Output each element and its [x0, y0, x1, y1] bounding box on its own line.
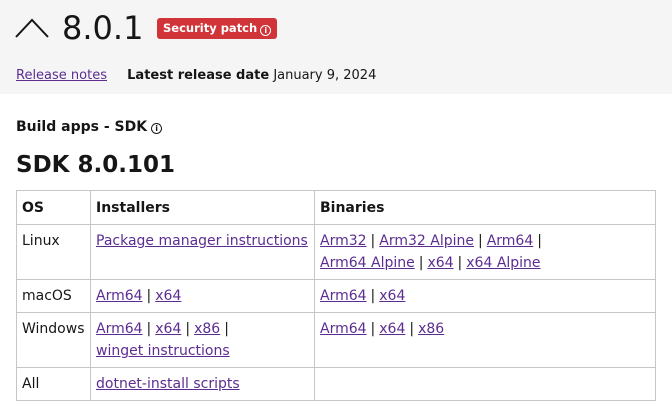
installer-link[interactable]: x64: [155, 321, 181, 337]
separator: |: [457, 255, 463, 271]
binary-link[interactable]: x86: [418, 321, 444, 337]
binaries-cell: Arm64 | x64 | x86: [314, 312, 656, 368]
section-label-text: Build apps - SDK: [16, 119, 148, 135]
installer-link[interactable]: x86: [194, 321, 220, 337]
installer-link[interactable]: winget instructions: [96, 343, 230, 359]
table-row-linux: Linux Package manager instructions Arm32…: [16, 224, 656, 280]
separator: |: [185, 321, 191, 337]
separator: |: [370, 321, 376, 337]
sdk-title: SDK 8.0.101: [16, 152, 175, 178]
installer-link[interactable]: dotnet-install scripts: [96, 376, 240, 392]
version-number: 8.0.1: [62, 9, 144, 47]
installers-cell: Package manager instructions: [90, 224, 315, 280]
os-cell: Windows: [16, 312, 91, 368]
badge-label: Security patch: [163, 21, 258, 35]
binary-link[interactable]: Arm64: [487, 233, 534, 249]
latest-release-label: Latest release date: [127, 68, 270, 83]
table-row-macos: macOS Arm64 | x64 Arm64 | x64: [16, 279, 656, 313]
binary-link[interactable]: Arm32: [320, 233, 367, 249]
separator: |: [537, 233, 542, 249]
latest-release-date: January 9, 2024: [273, 68, 377, 83]
binary-link[interactable]: Arm32 Alpine: [379, 233, 474, 249]
table-header-row: OS Installers Binaries: [16, 190, 656, 225]
info-icon: i: [260, 25, 272, 36]
installer-link[interactable]: x64: [155, 288, 181, 304]
chevron-up-icon[interactable]: [15, 18, 49, 38]
section-label: Build apps - SDK i: [16, 117, 163, 137]
separator: |: [418, 255, 424, 271]
header-installers: Installers: [90, 190, 315, 225]
os-cell: macOS: [16, 279, 91, 313]
security-patch-badge[interactable]: Security patch i: [157, 18, 278, 39]
table-row-windows: Windows Arm64 | x64 | x86 | winget instruction…: [16, 312, 656, 368]
separator: |: [477, 233, 483, 249]
binary-link[interactable]: Arm64 Alpine: [320, 255, 415, 271]
binaries-cell: Arm32 | Arm32 Alpine | Arm64 | Arm64 Alpine | x6…: [314, 224, 656, 280]
binaries-cell: [314, 367, 656, 401]
binary-link[interactable]: Arm64: [320, 321, 367, 337]
binary-link[interactable]: x64: [379, 321, 405, 337]
installer-link[interactable]: Arm64: [96, 321, 143, 337]
separator: |: [224, 321, 229, 337]
binaries-cell: Arm64 | x64: [314, 279, 656, 313]
downloads-table: OS Installers Binaries Linux Package man…: [16, 190, 656, 401]
binary-link[interactable]: x64 Alpine: [466, 255, 540, 271]
release-notes-link[interactable]: Release notes: [16, 68, 107, 83]
installer-link[interactable]: Package manager instructions: [96, 233, 308, 249]
separator: |: [370, 233, 376, 249]
installers-cell: Arm64 | x64 | x86 | winget instructions: [90, 312, 315, 368]
installers-cell: Arm64 | x64: [90, 279, 315, 313]
installer-link[interactable]: Arm64: [96, 288, 143, 304]
installers-cell: dotnet-install scripts: [90, 367, 315, 401]
separator: |: [409, 321, 415, 337]
binary-link[interactable]: x64: [379, 288, 405, 304]
release-meta: Release notes Latest release date Januar…: [16, 67, 376, 85]
separator: |: [146, 288, 152, 304]
binary-link[interactable]: Arm64: [320, 288, 367, 304]
table-row-all: All dotnet-install scripts: [16, 367, 656, 401]
header-os: OS: [16, 190, 91, 225]
separator: |: [146, 321, 152, 337]
info-icon[interactable]: i: [151, 123, 163, 134]
header-binaries: Binaries: [314, 190, 656, 225]
separator: |: [370, 288, 376, 304]
binary-link[interactable]: x64: [427, 255, 453, 271]
os-cell: Linux: [16, 224, 91, 280]
os-cell: All: [16, 367, 91, 401]
